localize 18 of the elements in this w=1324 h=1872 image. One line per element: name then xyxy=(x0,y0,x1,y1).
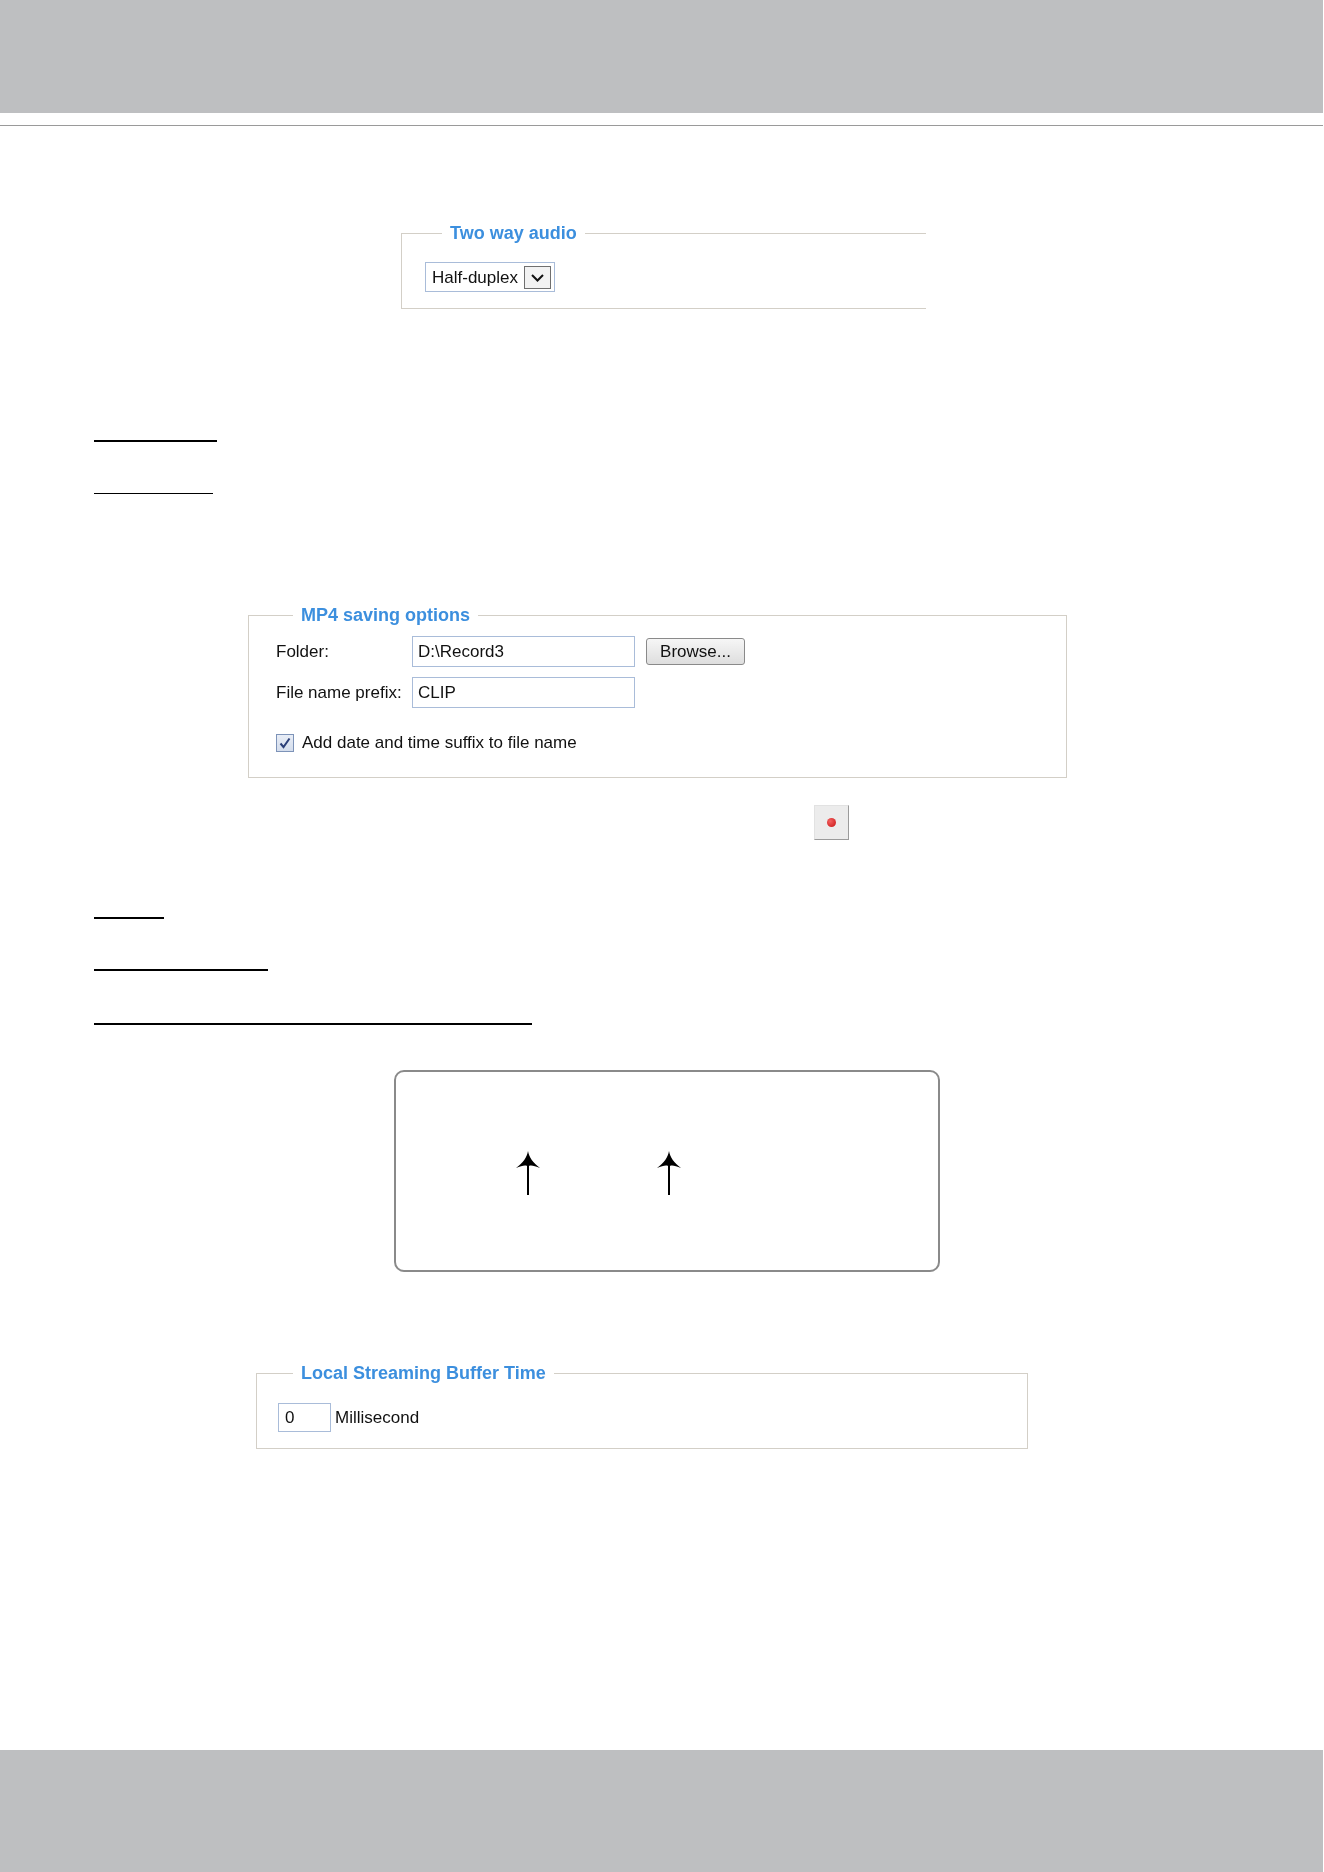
up-arrow xyxy=(657,1151,681,1195)
unit-label: Millisecond xyxy=(335,1407,420,1428)
record-button[interactable] xyxy=(814,805,849,840)
input-field[interactable]: CLIP xyxy=(412,677,635,708)
checkbox[interactable] xyxy=(276,734,294,752)
field-label: File name prefix: xyxy=(276,682,403,703)
panel-title: MP4 saving options xyxy=(300,604,472,626)
field-label: Folder: xyxy=(276,641,330,662)
up-arrow xyxy=(516,1151,540,1195)
input-field[interactable]: 0 xyxy=(278,1403,331,1432)
panel-title: Local Streaming Buffer Time xyxy=(300,1362,547,1384)
caret-icon xyxy=(524,265,551,289)
browse-button[interactable]: Browse... xyxy=(646,638,745,665)
mode-select[interactable]: Half-duplex xyxy=(425,262,555,292)
checkbox-label: Add date and time suffix to file name xyxy=(302,733,577,753)
panel-title: Two way audio xyxy=(449,222,578,244)
input-field[interactable]: D:\Record3 xyxy=(412,636,635,667)
check-icon xyxy=(279,737,291,749)
